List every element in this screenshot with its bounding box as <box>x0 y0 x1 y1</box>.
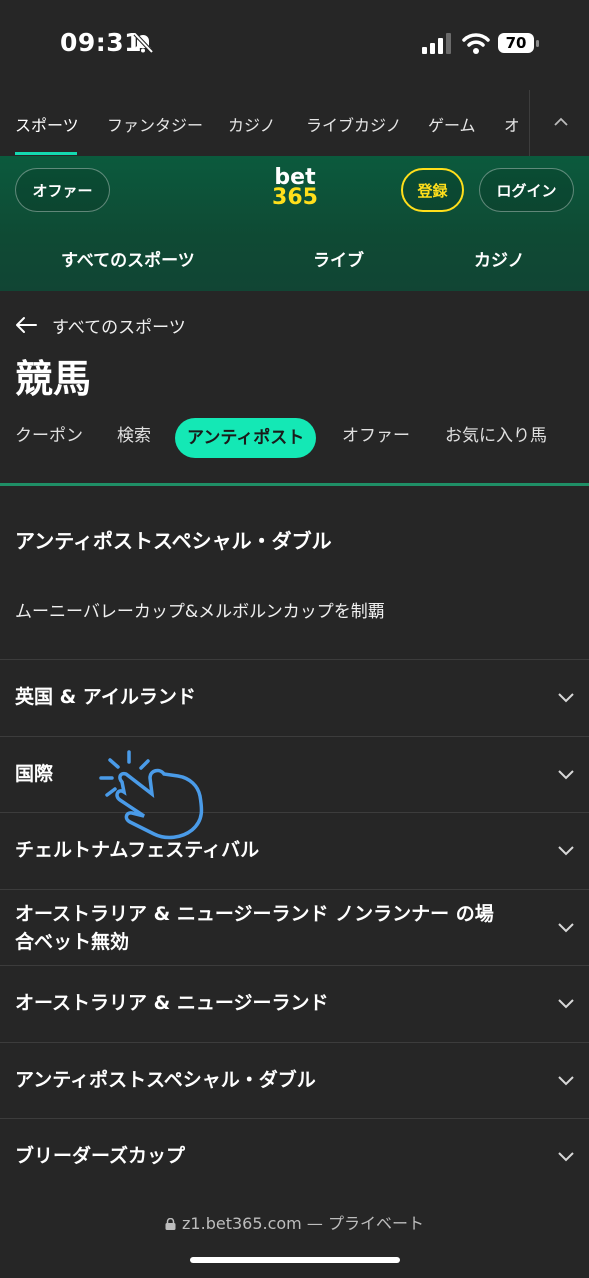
status-time: 09:31 <box>60 28 143 57</box>
section-label: 国際 <box>15 763 54 785</box>
chevron-down-icon <box>558 999 574 1009</box>
lock-icon <box>165 1218 176 1230</box>
chevron-down-icon <box>558 923 574 933</box>
chevron-up-icon[interactable] <box>551 112 571 132</box>
tab-more[interactable]: オ <box>504 112 518 136</box>
page-title: 競馬 <box>15 357 92 401</box>
divider <box>0 483 589 486</box>
chevron-down-icon <box>558 1076 574 1086</box>
wifi-icon <box>462 33 490 54</box>
subtab-favourite-horses[interactable]: お気に入り馬 <box>445 415 547 457</box>
url-suffix: — プライベート <box>306 1214 424 1233</box>
featured-link[interactable]: ムーニーバレーカップ&メルボルンカップを制覇 <box>15 597 385 622</box>
tab-casino[interactable]: カジノ <box>228 112 276 136</box>
bell-muted-icon <box>133 32 154 54</box>
featured-title: アンティポストスペシャル・ダブル <box>15 529 332 553</box>
list-item[interactable]: チェルトナムフェスティバル <box>0 812 589 889</box>
subtab-offers[interactable]: オファー <box>342 415 410 457</box>
tap-gesture-icon <box>99 750 204 840</box>
section-label: アンティポストスペシャル・ダブル <box>15 1069 316 1091</box>
nav-casino[interactable]: カジノ <box>474 246 525 271</box>
url-domain: z1.bet365.com <box>182 1214 302 1233</box>
tab-sports[interactable]: スポーツ <box>15 112 79 136</box>
section-label: ブリーダーズカップ <box>15 1145 186 1167</box>
status-bar: 09:31 70 <box>0 0 589 90</box>
list-item[interactable]: アンティポストスペシャル・ダブル <box>0 1042 589 1118</box>
tab-fantasy[interactable]: ファンタジー <box>107 112 203 136</box>
section-label: オーストラリア & ニュージーランド ノンランナー の場合ベット無効 <box>15 903 494 953</box>
battery-level: 70 <box>498 33 534 53</box>
subtab-search[interactable]: 検索 <box>117 415 151 457</box>
section-label: 英国 & アイルランド <box>15 686 196 708</box>
list-item[interactable]: オーストラリア & ニュージーランド <box>0 965 589 1042</box>
chevron-down-icon <box>558 846 574 856</box>
sub-tabs: クーポン 検索 アンティポスト オファー お気に入り馬 <box>0 415 589 459</box>
tab-live-casino[interactable]: ライブカジノ <box>306 112 402 136</box>
register-button[interactable]: 登録 <box>401 168 464 212</box>
nav-all-sports[interactable]: すべてのスポーツ <box>61 246 195 271</box>
back-arrow-icon[interactable] <box>14 315 38 335</box>
list-item[interactable]: 英国 & アイルランド <box>0 659 589 736</box>
active-tab-indicator <box>15 152 77 155</box>
login-button[interactable]: ログイン <box>479 168 574 212</box>
chevron-down-icon <box>558 770 574 780</box>
chevron-down-icon <box>558 693 574 703</box>
offers-button[interactable]: オファー <box>15 168 110 212</box>
subtab-coupon[interactable]: クーポン <box>15 415 83 457</box>
divider <box>529 90 530 156</box>
product-tabs: スポーツ ファンタジー カジノ ライブカジノ ゲーム オ <box>0 90 589 156</box>
bet365-logo[interactable]: bet 365 <box>268 167 322 212</box>
home-indicator[interactable] <box>190 1257 400 1263</box>
chevron-down-icon <box>558 1152 574 1162</box>
list-item[interactable]: 国際 <box>0 736 589 812</box>
cellular-signal-icon <box>422 33 451 54</box>
breadcrumb[interactable]: すべてのスポーツ <box>14 313 186 338</box>
site-header: オファー bet 365 登録 ログイン すべてのスポーツ ライブ カジノ <box>0 156 589 291</box>
url-bar[interactable]: z1.bet365.com — プライベート <box>0 1210 589 1234</box>
breadcrumb-label[interactable]: すべてのスポーツ <box>52 313 186 338</box>
section-label: オーストラリア & ニュージーランド <box>15 992 329 1014</box>
nav-live[interactable]: ライブ <box>313 246 364 271</box>
list-item[interactable]: オーストラリア & ニュージーランド ノンランナー の場合ベット無効 <box>0 889 589 965</box>
subtab-antepost[interactable]: アンティポスト <box>175 418 317 458</box>
battery-icon: 70 <box>498 30 540 56</box>
list-item[interactable]: ブリーダーズカップ <box>0 1118 589 1194</box>
tab-games[interactable]: ゲーム <box>428 112 476 136</box>
